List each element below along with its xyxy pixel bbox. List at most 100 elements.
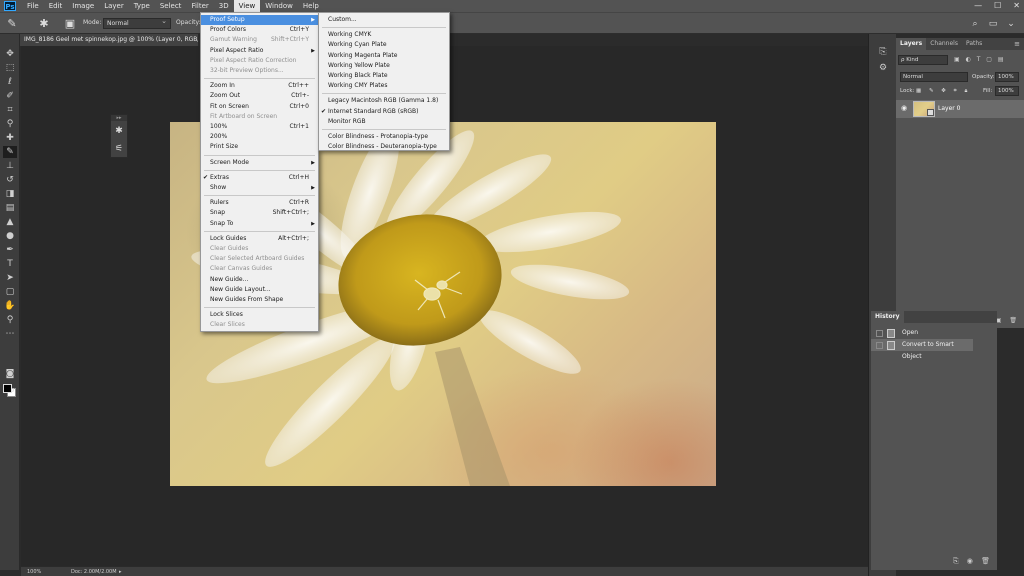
history-source-checkbox[interactable]	[876, 342, 883, 349]
history-title[interactable]: History	[871, 311, 904, 323]
workspace-icon[interactable]: ▭	[986, 17, 1000, 31]
crop-tool-icon[interactable]: ⌗	[3, 104, 17, 116]
hand-tool-icon[interactable]: ✋	[3, 300, 17, 312]
menu-help[interactable]: Help	[298, 0, 324, 12]
history-panel-icon[interactable]: ⎘	[877, 46, 889, 58]
proof-menu-item-working-yellow-plate[interactable]: Working Yellow Plate	[319, 61, 449, 71]
view-menu-item-fit-on-screen[interactable]: Fit on Screen Ctrl+0	[201, 102, 318, 112]
lasso-tool-icon[interactable]: ℓ	[3, 76, 17, 88]
view-menu-item-new-guides-from-shape[interactable]: New Guides From Shape	[201, 295, 318, 305]
layer-kind-filter[interactable]: ρ Kind	[898, 55, 948, 65]
gradient-tool-icon[interactable]: ▤	[3, 202, 17, 214]
proof-menu-item-internet-standard-rgb-srgb[interactable]: ✔ Internet Standard RGB (sRGB)	[319, 107, 449, 117]
proof-menu-item-working-cyan-plate[interactable]: Working Cyan Plate	[319, 40, 449, 50]
view-menu-item-rulers[interactable]: Rulers Ctrl+R	[201, 198, 318, 208]
view-menu-item-200[interactable]: 200%	[201, 132, 318, 142]
view-menu-item-lock-guides[interactable]: Lock Guides Alt+Ctrl+;	[201, 234, 318, 244]
view-menu-item-proof-setup[interactable]: Proof Setup ▶	[201, 15, 318, 25]
layer-row[interactable]: ◉ Layer 0	[896, 100, 1024, 118]
menu-file[interactable]: File	[22, 0, 44, 12]
menu-3d[interactable]: 3D	[214, 0, 234, 12]
type-tool-icon[interactable]: T	[3, 258, 17, 270]
view-menu-item-proof-colors[interactable]: Proof Colors Ctrl+Y	[201, 25, 318, 35]
view-menu-item-screen-mode[interactable]: Screen Mode ▶	[201, 158, 318, 168]
fill-input[interactable]: 100%	[995, 86, 1019, 96]
history-brush-tool-icon[interactable]: ↺	[3, 174, 17, 186]
view-menu-item-new-guide[interactable]: New Guide...	[201, 275, 318, 285]
proof-menu-item-monitor-rgb[interactable]: Monitor RGB	[319, 117, 449, 127]
proof-menu-item-working-cmy-plates[interactable]: Working CMY Plates	[319, 81, 449, 91]
visibility-eye-icon[interactable]: ◉	[901, 104, 907, 112]
menu-view[interactable]: View	[233, 0, 261, 12]
brush-preset-icon[interactable]: ✱	[36, 16, 52, 32]
filter-icons[interactable]: ▣ ◐ T ▢ ▤	[954, 56, 1006, 63]
path-selection-tool-icon[interactable]: ➤	[3, 272, 17, 284]
maximize-icon[interactable]: ☐	[994, 0, 1001, 12]
search-icon[interactable]: ⌕	[968, 17, 982, 31]
eraser-tool-icon[interactable]: ◨	[3, 188, 17, 200]
history-footer-icons[interactable]: ⎘ ◉ 🗑︎	[871, 557, 997, 569]
history-item-open[interactable]: Open	[871, 327, 973, 339]
pen-tool-icon[interactable]: ✒	[3, 244, 17, 256]
tab-channels[interactable]: Channels	[926, 38, 962, 50]
menu-filter[interactable]: Filter	[186, 0, 213, 12]
menu-window[interactable]: Window	[260, 0, 298, 12]
menu-select[interactable]: Select	[155, 0, 187, 12]
view-menu-item-zoom-in[interactable]: Zoom In Ctrl++	[201, 81, 318, 91]
view-menu-item-lock-slices[interactable]: Lock Slices	[201, 310, 318, 320]
proof-menu-item-working-magenta-plate[interactable]: Working Magenta Plate	[319, 51, 449, 61]
brush-preset-icon[interactable]: ✱	[111, 123, 127, 139]
menu-layer[interactable]: Layer	[99, 0, 129, 12]
view-menu-item-extras[interactable]: ✔ Extras Ctrl+H	[201, 173, 318, 183]
zoom-tool-icon[interactable]: ⚲	[3, 314, 17, 326]
blend-mode-select[interactable]: Normal	[900, 72, 968, 82]
foreground-color-swatch[interactable]	[3, 384, 12, 393]
view-menu-item-snap-to[interactable]: Snap To ▶	[201, 219, 318, 229]
proof-menu-item-color-blindness-protanopia-type[interactable]: Color Blindness - Protanopia-type	[319, 132, 449, 142]
zoom-level[interactable]: 100%	[27, 567, 41, 576]
proof-menu-item-color-blindness-deuteranopia-type[interactable]: Color Blindness - Deuteranopia-type	[319, 142, 449, 152]
rectangle-tool-icon[interactable]: ▢	[3, 286, 17, 298]
more-tools-icon[interactable]: ⋯	[3, 328, 17, 340]
blur-tool-icon[interactable]: ▲	[3, 216, 17, 228]
close-icon[interactable]: ✕	[1013, 0, 1020, 12]
mode-select[interactable]: Normal	[103, 17, 171, 29]
opacity-input[interactable]: 100%	[995, 72, 1019, 82]
tab-layers[interactable]: Layers	[896, 38, 927, 50]
menu-edit[interactable]: Edit	[44, 0, 68, 12]
clone-stamp-tool-icon[interactable]: ⊥	[3, 160, 17, 172]
quick-select-tool-icon[interactable]: ✐	[3, 90, 17, 102]
view-menu-item-print-size[interactable]: Print Size	[201, 142, 318, 152]
proof-menu-item-working-cmyk[interactable]: Working CMYK	[319, 30, 449, 40]
eyedropper-tool-icon[interactable]: ⚲	[3, 118, 17, 130]
brush-settings-icon[interactable]: ⚟	[111, 141, 127, 157]
move-tool-icon[interactable]: ✥	[3, 48, 17, 60]
healing-brush-tool-icon[interactable]: ✚	[3, 132, 17, 144]
document-tab[interactable]: IMG_8186 Geel met spinnekop.jpg @ 100% (…	[20, 34, 198, 46]
menu-image[interactable]: Image	[67, 0, 99, 12]
menu-type[interactable]: Type	[129, 0, 155, 12]
view-menu-item-100[interactable]: 100% Ctrl+1	[201, 122, 318, 132]
history-item-convert[interactable]: Convert to Smart Object	[871, 339, 973, 360]
proof-menu-item-working-black-plate[interactable]: Working Black Plate	[319, 71, 449, 81]
view-menu-item-new-guide-layout[interactable]: New Guide Layout...	[201, 285, 318, 295]
dodge-tool-icon[interactable]: ●	[3, 230, 17, 242]
workspace-dropdown-icon[interactable]: ⌄	[1004, 17, 1018, 31]
properties-panel-icon[interactable]: ⚙	[877, 62, 889, 74]
view-menu-item-show[interactable]: Show ▶	[201, 183, 318, 193]
view-menu-item-zoom-out[interactable]: Zoom Out Ctrl+-	[201, 91, 318, 101]
proof-menu-item-legacy-macintosh-rgb-gamma-1-8[interactable]: Legacy Macintosh RGB (Gamma 1.8)	[319, 96, 449, 106]
minimize-icon[interactable]: —	[974, 0, 982, 12]
proof-menu-item-custom[interactable]: Custom...	[319, 15, 449, 25]
brush-panel-icon[interactable]: ▣	[62, 16, 78, 32]
marquee-tool-icon[interactable]: ⬚	[3, 62, 17, 74]
panel-grip-icon[interactable]: ▸▸	[111, 115, 127, 121]
panel-menu-icon[interactable]: ≡	[1014, 40, 1020, 48]
quick-mask-icon[interactable]: ◙	[3, 368, 17, 380]
status-arrow-icon[interactable]: ▸	[119, 567, 122, 576]
view-menu-item-snap[interactable]: Snap Shift+Ctrl+;	[201, 208, 318, 218]
tab-paths[interactable]: Paths	[962, 38, 986, 50]
brush-tool-icon[interactable]: ✎	[3, 146, 17, 158]
layer-name[interactable]: Layer 0	[938, 105, 960, 112]
brush-tool-icon[interactable]: ✎	[4, 16, 20, 32]
